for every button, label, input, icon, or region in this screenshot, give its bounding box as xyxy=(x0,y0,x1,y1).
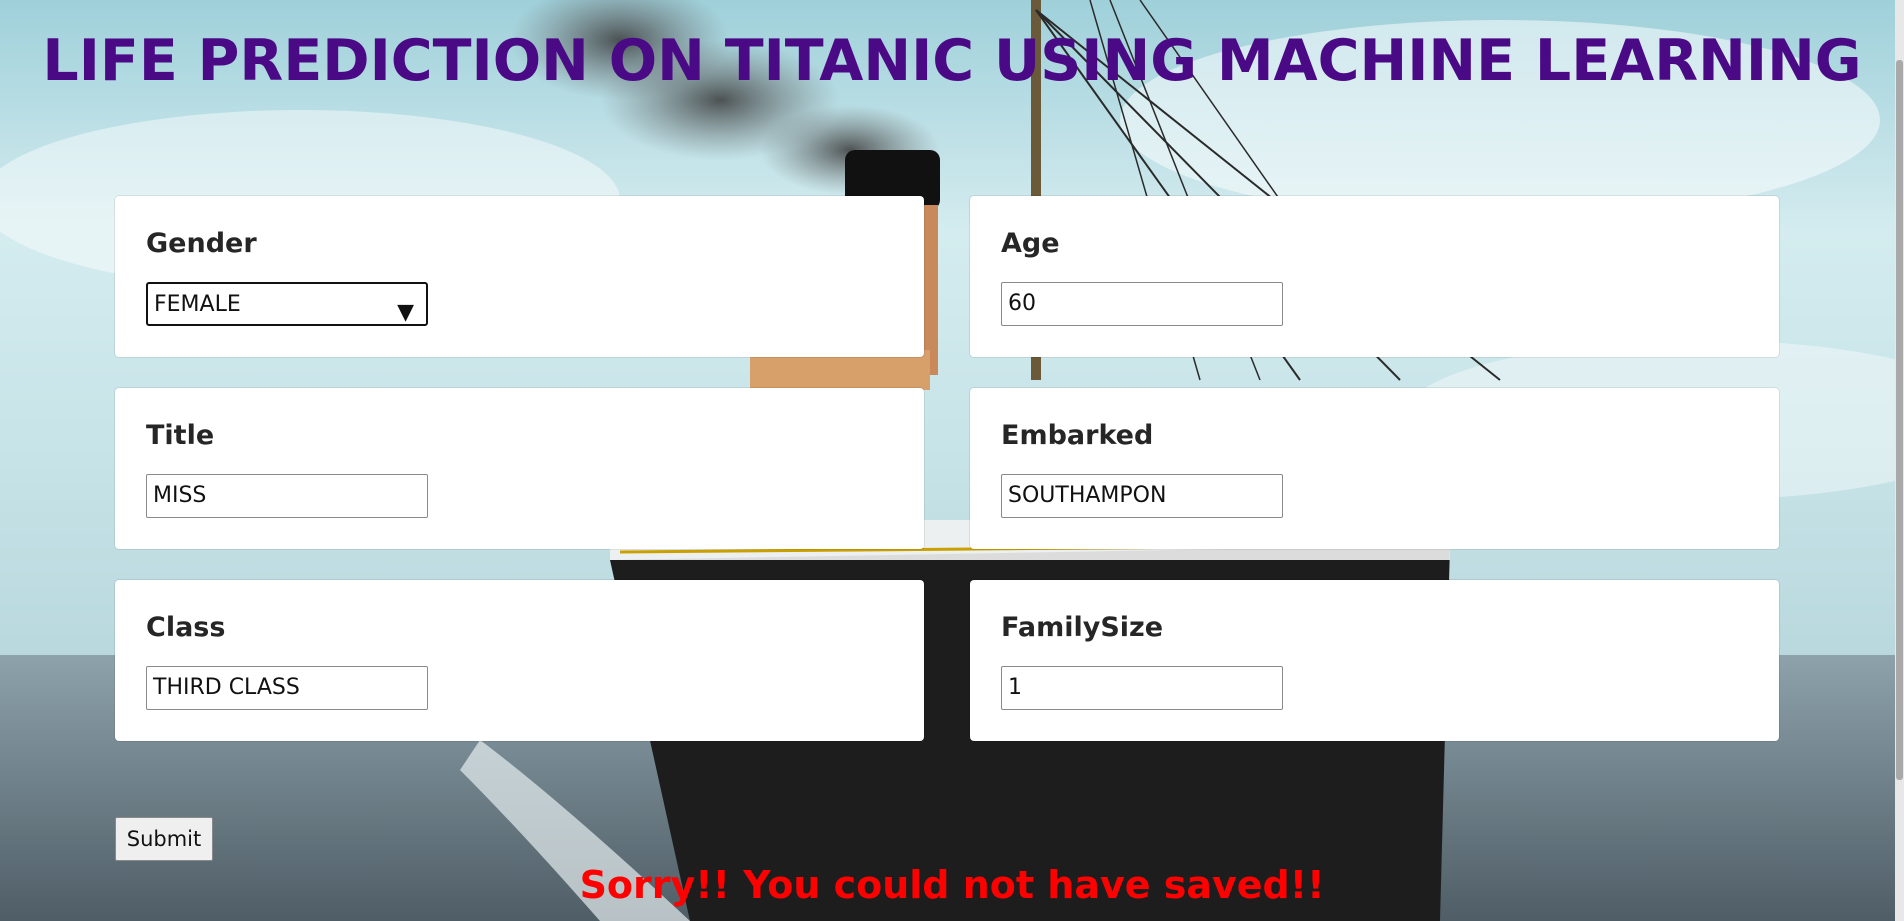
gender-card: Gender FEMALE ▼ xyxy=(115,196,924,357)
embarked-card: Embarked SOUTHAMPON xyxy=(970,388,1779,549)
class-input[interactable]: THIRD CLASS xyxy=(146,666,428,710)
gender-selected-value: FEMALE xyxy=(154,292,241,317)
gender-select[interactable]: FEMALE ▼ xyxy=(146,282,428,326)
title-input[interactable]: MISS xyxy=(146,474,428,518)
prediction-result-message: Sorry!! You could not have saved!! xyxy=(579,863,1325,907)
page-scrollbar[interactable] xyxy=(1895,0,1904,921)
embarked-input[interactable]: SOUTHAMPON xyxy=(1001,474,1283,518)
page: LIFE PREDICTION ON TITANIC USING MACHINE… xyxy=(0,0,1904,921)
title-card: Title MISS xyxy=(115,388,924,549)
class-label: Class xyxy=(146,612,226,643)
age-card: Age 60 xyxy=(970,196,1779,357)
gender-label: Gender xyxy=(146,228,257,259)
family-size-label: FamilySize xyxy=(1001,612,1164,643)
age-label: Age xyxy=(1001,228,1060,259)
age-input[interactable]: 60 xyxy=(1001,282,1283,326)
title-label: Title xyxy=(146,420,215,451)
page-title: LIFE PREDICTION ON TITANIC USING MACHINE… xyxy=(42,28,1862,94)
class-card: Class THIRD CLASS xyxy=(115,580,924,741)
embarked-label: Embarked xyxy=(1001,420,1154,451)
dropdown-arrow-icon: ▼ xyxy=(397,300,414,325)
submit-button[interactable]: Submit xyxy=(115,817,213,861)
family-size-card: FamilySize 1 xyxy=(970,580,1779,741)
scrollbar-thumb[interactable] xyxy=(1896,60,1903,780)
family-size-input[interactable]: 1 xyxy=(1001,666,1283,710)
